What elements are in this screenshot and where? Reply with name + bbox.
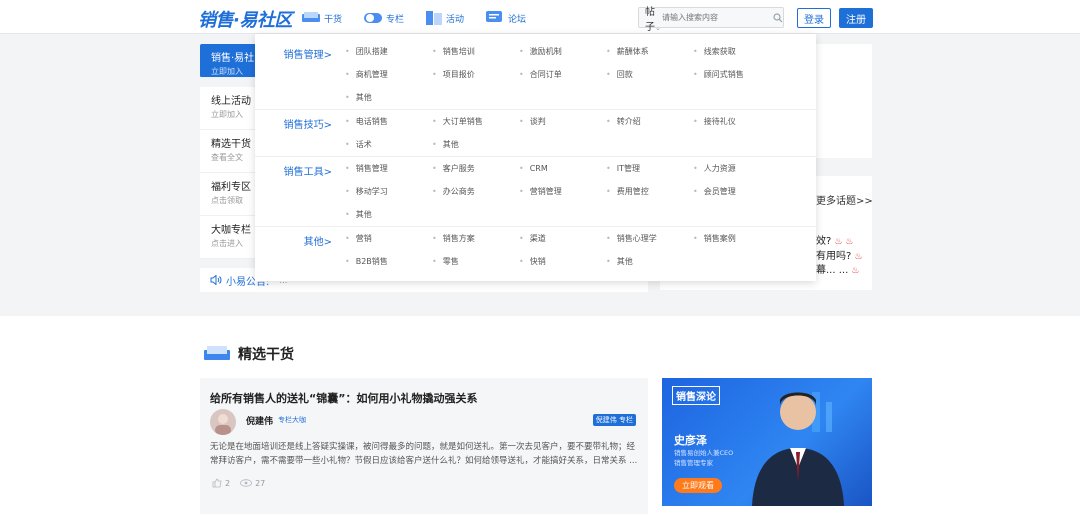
menu-item[interactable]: 商机管理 [345,63,432,86]
menu-item[interactable]: 办公商务 [432,180,519,203]
search-icon[interactable] [772,12,783,23]
promo-subtitle: 销售易创始人兼CEO 销售管理专家 [674,449,734,467]
sidebar-item-community[interactable]: 销售·易社区 立即加入 [200,44,261,78]
menu-item[interactable]: 会员管理 [693,180,780,203]
article-stats: 2 27 [212,478,265,488]
menu-category-title[interactable]: 销售技巧> [284,116,332,131]
menu-item[interactable]: 线索获取 [693,40,780,63]
menu-item[interactable]: 零售 [432,250,519,273]
thumbs-up-icon [212,478,222,488]
menu-item[interactable]: 回款 [606,63,693,86]
left-sidebar: 销售·易社区 立即加入 线上活动 立即加入 精选干货 查看全文 福利专区 点击领… [200,44,261,259]
column-badge[interactable]: 倪建伟 专栏 [592,414,636,426]
menu-item[interactable]: 销售方案 [432,227,519,250]
menu-item[interactable]: 激励机制 [519,40,606,63]
chat-icon [486,11,502,22]
menu-item[interactable]: 移动学习 [345,180,432,203]
sidebar-item-experts[interactable]: 大咖专栏 点击进入 [200,216,260,259]
menu-item[interactable]: 快销 [519,250,606,273]
speaker-icon [210,275,222,285]
nav-item-luntan[interactable]: 论坛 [486,8,526,28]
menu-item[interactable]: 人力资源 [693,157,780,180]
menu-item[interactable]: 薪酬体系 [606,40,693,63]
menu-category-title[interactable]: 销售工具> [284,163,332,178]
nav-item-huodong[interactable]: 活动 [426,8,464,28]
menu-item[interactable]: 销售管理 [345,157,432,180]
search-type-select[interactable]: 帖子⌄ [639,3,662,33]
site-logo[interactable]: 销售·易社区 [198,6,292,32]
watch-now-button[interactable]: 立即观看 [674,478,722,493]
view-count: 27 [240,478,265,488]
book-icon [302,12,320,22]
menu-item[interactable]: B2B销售 [345,250,432,273]
sidebar-item-online-events[interactable]: 线上活动 立即加入 [200,87,260,130]
topic-line[interactable]: 幕... ... ♨ [816,261,859,276]
menu-category-sales-skills: 销售技巧> 电话销售 大订单销售 谈判 转介绍 接待礼仪 话术 其他 [255,110,816,157]
menu-category-sales-tools: 销售工具> 销售管理 客户服务 CRM IT管理 人力资源 移动学习 办公商务 … [255,157,816,227]
menu-item[interactable]: 销售心理学 [606,227,693,250]
login-button[interactable]: 登录 [797,8,831,28]
menu-item[interactable]: 项目报价 [432,63,519,86]
menu-item[interactable]: 营销 [345,227,432,250]
menu-category-title[interactable]: 其他> [304,233,332,248]
nav-item-ganhuo[interactable]: 干货 [302,8,342,28]
menu-item[interactable]: 客户服务 [432,157,519,180]
topic-line[interactable]: 有用吗? ♨ [816,247,862,262]
sidebar-item-welfare[interactable]: 福利专区 点击领取 [200,173,260,216]
menu-category-sales-management: 销售管理> 团队搭建 销售培训 激励机制 薪酬体系 线索获取 商机管理 项目报价… [255,40,816,110]
promo-name: 史彦泽 [674,434,707,447]
article-excerpt: 无论是在地面培训还是线上答疑实操课，被问得最多的问题，就是如何送礼。第一次去见客… [210,442,638,466]
hot-icon: ♨ [851,266,860,276]
article-card[interactable]: 给所有销售人的送礼“锦囊”：如何用小礼物撬动强关系 倪建伟 专栏大咖 倪建伟 专… [200,378,648,514]
menu-item[interactable]: 大订单销售 [432,110,519,133]
menu-item[interactable]: 费用管控 [606,180,693,203]
top-header: 销售·易社区 干货 专栏 活动 论坛 帖子⌄ 登录 注册 [0,0,1080,34]
menu-item[interactable]: 其他 [432,133,519,156]
search-input[interactable] [662,13,773,22]
menu-item[interactable]: 其他 [606,250,693,273]
book-icon [204,346,230,360]
ganhuo-dropdown-menu: 销售管理> 团队搭建 销售培训 激励机制 薪酬体系 线索获取 商机管理 项目报价… [255,34,816,281]
menu-item[interactable]: 电话销售 [345,110,432,133]
promo-banner[interactable]: 销售深论 史彦泽 销售易创始人兼CEO 销售管理专家 立即观看 [662,378,872,506]
flag-icon [426,11,442,25]
promo-logo: 销售深论 [672,386,720,405]
hot-icon: ♨ ♨ [834,237,854,247]
menu-item[interactable]: 接待礼仪 [693,110,780,133]
more-topics-link[interactable]: 更多话题>> [816,192,873,207]
register-button[interactable]: 注册 [839,8,873,28]
like-count[interactable]: 2 [212,478,230,488]
menu-item[interactable]: 顾问式销售 [693,63,780,86]
menu-item[interactable]: 合同订单 [519,63,606,86]
menu-item[interactable]: 销售培训 [432,40,519,63]
author-name[interactable]: 倪建伟 [246,414,273,427]
menu-item[interactable]: 谈判 [519,110,606,133]
eye-icon [240,479,252,487]
search-box: 帖子⌄ [638,7,784,33]
nav-item-zhuanlan[interactable]: 专栏 [364,8,404,28]
menu-item[interactable]: 转介绍 [606,110,693,133]
menu-item[interactable]: 话术 [345,133,432,156]
menu-item[interactable]: 其他 [345,203,432,226]
menu-category-other: 其他> 营销 销售方案 渠道 销售心理学 销售案例 B2B销售 零售 快销 其他 [255,227,816,277]
sidebar-item-featured[interactable]: 精选干货 查看全文 [200,130,260,173]
menu-item[interactable]: CRM [519,157,606,180]
menu-category-title[interactable]: 销售管理> [284,46,332,61]
avatar[interactable] [210,409,236,435]
menu-item[interactable]: 团队搭建 [345,40,432,63]
menu-item[interactable]: 渠道 [519,227,606,250]
menu-item[interactable]: 销售案例 [693,227,780,250]
promo-portrait [752,392,844,506]
section-title: 精选干货 [204,344,294,364]
menu-item[interactable]: 营销管理 [519,180,606,203]
toggle-icon [364,13,382,23]
menu-item[interactable]: IT管理 [606,157,693,180]
article-title[interactable]: 给所有销售人的送礼“锦囊”：如何用小礼物撬动强关系 [210,390,477,406]
menu-item[interactable]: 其他 [345,86,432,109]
author-tag: 专栏大咖 [278,416,306,424]
topic-line[interactable]: 效? ♨ ♨ [816,232,853,247]
